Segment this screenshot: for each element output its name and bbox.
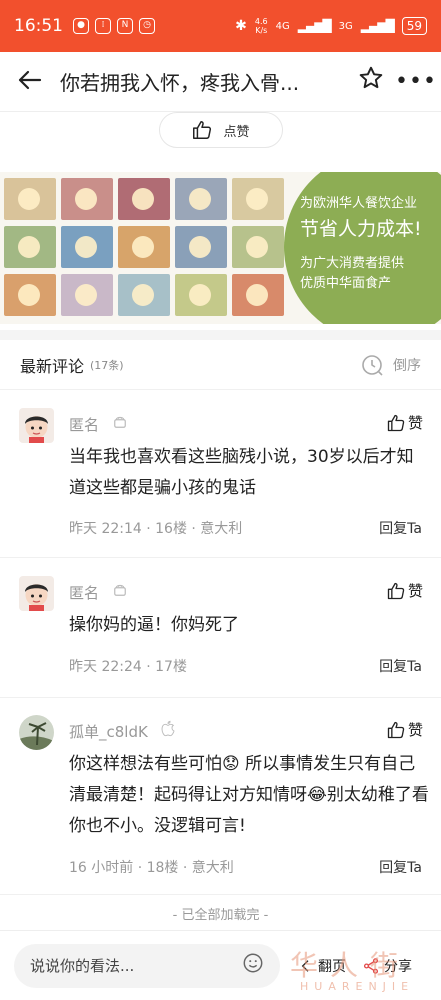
comment-meta: 昨天 22:24 · 17楼 [69, 659, 187, 675]
thumbs-up-icon [387, 582, 405, 599]
ad-product-image [4, 274, 56, 316]
like-row: 点赞 [0, 112, 441, 162]
comment-item: 孤单_c8ldK 赞 你这样想法有些可怕😟 所以事情发生只有自己清最清楚！起码得… [0, 715, 441, 895]
comment-like-button[interactable]: 赞 [386, 719, 423, 740]
comment-text: 操你妈的逼！你妈死了 [69, 615, 239, 635]
like-button-label: 点赞 [223, 124, 250, 140]
nfc-icon: N [117, 18, 133, 34]
end-of-list-note: - 已全部加载完 - [172, 908, 269, 923]
comments-header: 最新评论 (17条) 倒序 [0, 340, 441, 390]
apple-icon [160, 720, 176, 742]
section-divider [0, 330, 441, 340]
emoji-icon[interactable] [242, 952, 264, 979]
app-notification-icon: ⁞ [95, 18, 111, 34]
thumbs-up-icon [387, 721, 405, 738]
ad-product-image [61, 178, 113, 220]
ad-banner[interactable]: 为欧洲华人餐饮企业 节省人力成本! 为广大消费者提供 优质中华面食产 [0, 172, 441, 324]
sort-toggle[interactable]: 倒序 [361, 353, 421, 377]
watermark-logo: 华人街 [290, 949, 411, 982]
ad-product-image [118, 178, 170, 220]
comment-input-placeholder: 说说你的看法... [30, 957, 135, 975]
ad-product-image [4, 178, 56, 220]
signal-icon: ▂▄▆█ [360, 19, 395, 33]
comments-title: 最新评论 [20, 356, 85, 376]
back-arrow-icon[interactable] [0, 67, 60, 97]
ad-product-image [232, 178, 284, 220]
ad-product-image [232, 274, 284, 316]
ad-product-image [175, 274, 227, 316]
ad-product-image [118, 226, 170, 268]
thumbs-up-icon [193, 121, 212, 139]
avatar[interactable] [19, 576, 54, 611]
ad-product-image [61, 274, 113, 316]
comment-author: 孤单_c8ldK [69, 720, 176, 742]
ad-text-line: 为广大消费者提供 [300, 256, 405, 271]
reply-button[interactable]: 回复Ta [379, 518, 422, 538]
thumbs-up-icon [387, 414, 405, 431]
ad-product-image [232, 226, 284, 268]
watermark-subtext: HUARENJIE [300, 980, 415, 993]
more-options-icon[interactable]: ••• [391, 69, 441, 94]
comment-text: 你这样想法有些可怕😟 所以事情发生只有自己清最清楚！起码得让对方知情呀😂别太幼稚… [69, 754, 429, 836]
bluetooth-icon: ✱ [235, 18, 247, 34]
reply-button[interactable]: 回复Ta [379, 857, 422, 877]
ad-product-image [175, 226, 227, 268]
comment-meta: 昨天 22:14 · 16楼 · 意大利 [69, 521, 243, 537]
sort-clock-icon [362, 354, 383, 376]
top-nav: 你若拥我入怀，疼我入骨... ••• [0, 52, 441, 112]
ad-text-line: 为欧洲华人餐饮企业 [300, 196, 418, 211]
comment-text: 当年我也喜欢看这些脑残小说，30岁以后才知道这些都是骗小孩的鬼话 [69, 447, 414, 498]
notification-icons: ● ⁞ N ◷ [73, 18, 155, 34]
comment-like-button[interactable]: 赞 [386, 412, 423, 433]
reply-button[interactable]: 回复Ta [379, 656, 422, 676]
net-speed: 4.6 K/s [254, 17, 268, 35]
battery-indicator: 59 [401, 17, 427, 35]
comment-meta: 16 小时前 · 18楼 · 意大利 [69, 860, 234, 876]
comment-like-button[interactable]: 赞 [386, 580, 423, 601]
ad-product-grid [4, 178, 288, 316]
like-button[interactable]: 点赞 [158, 112, 283, 148]
ad-headline: 节省人力成本! [300, 218, 422, 240]
page-title: 你若拥我入怀，疼我入骨... [60, 71, 300, 95]
alarm-icon: ◷ [139, 18, 155, 34]
avatar[interactable] [19, 715, 54, 750]
comments-count: (17条) [90, 358, 124, 372]
ad-product-image [118, 274, 170, 316]
comment-item: 匿名 赞 当年我也喜欢看这些脑残小说，30岁以后才知道这些都是骗小孩的鬼话 昨天… [0, 408, 441, 558]
net-type-3g: 3G [338, 20, 353, 32]
ad-product-image [4, 226, 56, 268]
status-time: 16:51 [14, 16, 63, 36]
android-icon [111, 581, 129, 603]
favorite-star-icon[interactable] [351, 65, 391, 98]
comment-author: 匿名 [69, 413, 129, 435]
avatar[interactable] [19, 408, 54, 443]
ad-text-line: 优质中华面食产 [300, 276, 392, 291]
comment-author: 匿名 [69, 581, 129, 603]
comment-item: 匿名 赞 操你妈的逼！你妈死了 昨天 22:24 · 17楼 回复Ta [0, 576, 441, 698]
app-notification-icon: ● [73, 18, 89, 34]
net-type-4g: 4G [275, 20, 290, 32]
android-icon [111, 413, 129, 435]
signal-icon: ▂▄▆█ [297, 19, 332, 33]
ad-product-image [175, 178, 227, 220]
sort-label: 倒序 [393, 357, 421, 374]
comment-input[interactable]: 说说你的看法... [14, 943, 280, 988]
status-bar: 16:51 ● ⁞ N ◷ ✱ 4.6 K/s 4G ▂▄▆█ 3G ▂▄▆█ … [0, 0, 441, 52]
ad-product-image [61, 226, 113, 268]
